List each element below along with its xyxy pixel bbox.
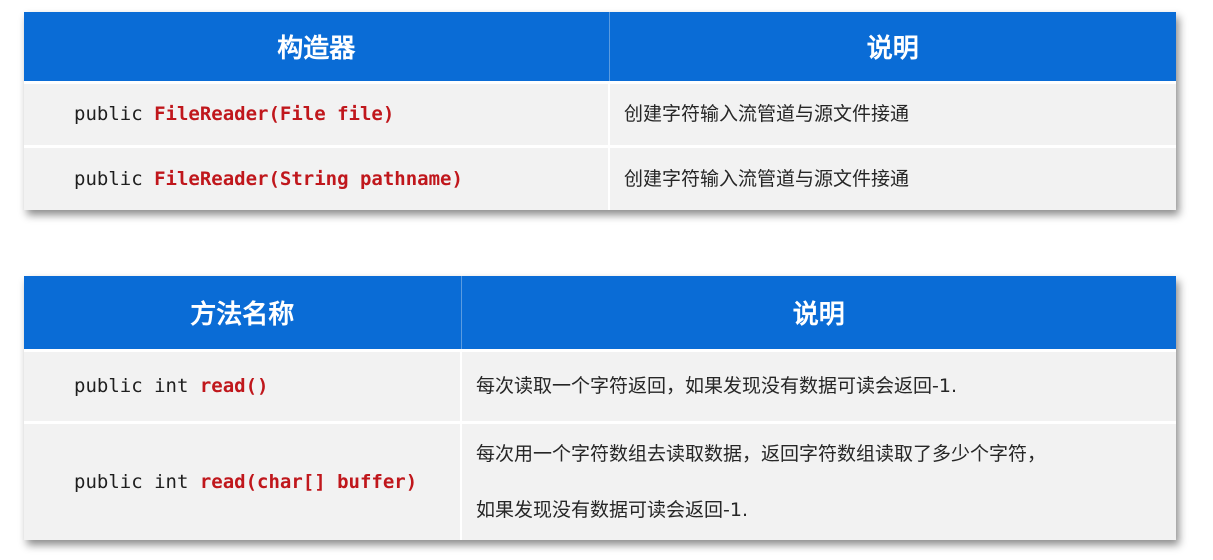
method-modifiers: public int xyxy=(74,375,200,397)
constructor-name: FileReader(String pathname) xyxy=(154,167,463,190)
method-description: 每次读取一个字符返回，如果发现没有数据可读会返回-1. xyxy=(476,375,957,397)
constructor-signature: public FileReader(String pathname) xyxy=(74,168,463,190)
description-column-header: 说明 xyxy=(609,12,1176,82)
method-modifiers: public int xyxy=(74,470,200,493)
constructor-description: 创建字符输入流管道与源文件接通 xyxy=(624,167,910,190)
signature-cell: public FileReader(String pathname) xyxy=(24,144,610,210)
method-name: read(char[] buffer) xyxy=(199,470,418,493)
constructors-header-row: 构造器 说明 xyxy=(24,12,1176,82)
description-cell: 每次读取一个字符返回，如果发现没有数据可读会返回-1. xyxy=(461,348,1176,422)
constructor-signature: public FileReader(File file) xyxy=(74,103,394,125)
method-column-header: 方法名称 xyxy=(24,276,462,350)
signature-cell: public int read() xyxy=(24,348,462,422)
method-description-line: 如果发现没有数据可读会返回-1. xyxy=(476,498,748,521)
method-signature: public int read(char[] buffer) xyxy=(74,471,417,493)
table-row: public FileReader(File file) 创建字符输入流管道与源… xyxy=(24,80,1176,146)
signature-cell: public int read(char[] buffer) xyxy=(24,420,462,540)
method-name: read() xyxy=(199,375,269,397)
description-cell: 创建字符输入流管道与源文件接通 xyxy=(609,144,1176,210)
constructor-description: 创建字符输入流管道与源文件接通 xyxy=(624,103,910,125)
access-modifier: public xyxy=(74,103,155,125)
table-row: public int read(char[] buffer) 每次用一个字符数组… xyxy=(24,420,1176,540)
table-row: public int read() 每次读取一个字符返回，如果发现没有数据可读会… xyxy=(24,348,1176,422)
description-cell: 创建字符输入流管道与源文件接通 xyxy=(609,80,1176,146)
access-modifier: public xyxy=(74,167,155,190)
constructor-name: FileReader(File file) xyxy=(154,103,395,125)
constructors-table: 构造器 说明 public FileReader(File file) 创建字符… xyxy=(24,12,1176,210)
method-signature: public int read() xyxy=(74,375,268,397)
methods-table: 方法名称 说明 public int read() 每次读取一个字符返回，如果发… xyxy=(24,276,1176,540)
method-description-line: 每次用一个字符数组去读取数据，返回字符数组读取了多少个字符， xyxy=(476,442,1047,465)
methods-header-row: 方法名称 说明 xyxy=(24,276,1176,350)
signature-cell: public FileReader(File file) xyxy=(24,80,610,146)
description-cell: 每次用一个字符数组去读取数据，返回字符数组读取了多少个字符， 如果发现没有数据可… xyxy=(461,420,1176,540)
description-column-header: 说明 xyxy=(461,276,1176,350)
constructor-column-header: 构造器 xyxy=(24,12,610,82)
table-row: public FileReader(String pathname) 创建字符输… xyxy=(24,144,1176,210)
